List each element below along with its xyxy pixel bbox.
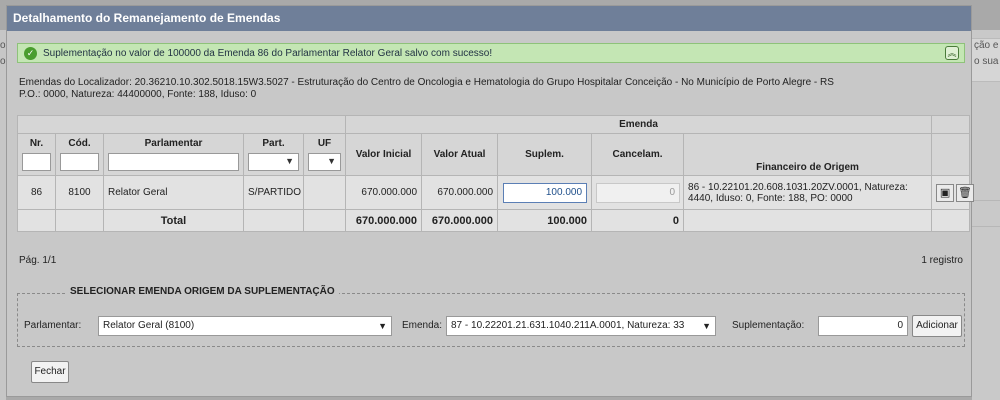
cod-filter-input[interactable] [60,153,99,171]
total-valor-inicial: 670.000.000 [345,209,423,232]
edit-icon[interactable]: ▣ [936,183,955,202]
records-count: 1 registro [921,255,963,266]
localizador-line: Emendas do Localizador: 20.36210.10.302.… [19,77,834,88]
group-header-actions [931,115,971,134]
col-parlamentar-label: Parlamentar [144,138,203,149]
col-actions [931,133,971,176]
total-empty [17,209,56,232]
total-empty [683,209,933,232]
total-row: Total 670.000.000 670.000.000 100.000 0 [17,209,971,232]
double-chevron-up-icon[interactable]: ︽ [945,46,959,60]
cell-cod: 8100 [55,175,104,210]
suplementacao-input[interactable]: 0 [818,316,908,336]
dialog-title: Detalhamento do Remanejamento de Emendas [7,6,971,31]
col-valor-inicial-label: Valor Inicial [355,149,412,160]
parlamentar-select[interactable]: Relator Geral (8100) ▼ [98,316,392,336]
col-valor-atual-label: Valor Atual [433,149,486,160]
total-empty [931,209,971,232]
cell-parlamentar: Relator Geral [103,175,244,210]
col-nr: Nr. [17,133,56,176]
total-empty [55,209,104,232]
chevron-down-icon: ▼ [327,156,337,166]
parlamentar-filter-input[interactable] [108,153,239,171]
background-divider [972,226,1000,227]
uf-filter-select[interactable]: ▼ [308,153,342,171]
cell-financeiro: 86 - 10.22101.20.608.1031.20ZV.0001, Nat… [683,175,933,210]
total-label: Total [103,209,244,232]
col-part: Part. ▼ [243,133,304,176]
emenda-select-value: 87 - 10.22201.21.631.1040.211A.0001, Nat… [451,320,685,331]
adicionar-button[interactable]: Adicionar [912,315,962,337]
suplementacao-label: Suplementação: [732,320,805,331]
parlamentar-select-value: Relator Geral (8100) [103,320,195,331]
cell-cancelam: 0 [591,175,685,210]
group-header-spacer [16,115,346,134]
cell-nr: 86 [17,175,56,210]
background-text: o [0,40,6,51]
col-uf-label: UF [317,138,332,149]
background-divider [972,200,1000,201]
background-text: o sua [974,56,999,67]
cell-valor-inicial: 670.000.000 [345,175,423,210]
trash-icon[interactable]: 🗑 [956,183,975,202]
background-right-strip: ção e o sua [972,30,1000,400]
cell-uf [302,175,347,210]
total-suplem: 100.000 [497,209,593,232]
col-suplem: Suplem. [497,133,593,176]
origem-selector-fieldset: SELECIONAR EMENDA ORIGEM DA SUPLEMENTAÇÃ… [17,286,965,347]
col-suplem-label: Suplem. [525,149,564,160]
col-cancelam-label: Cancelam. [612,149,663,160]
cell-valor-atual: 670.000.000 [421,175,499,210]
total-empty [302,209,347,232]
col-valor-atual: Valor Atual [421,133,499,176]
emendas-table: Emenda Nr. Cód. Parlamentar Part. ▼ UF ▼… [16,115,975,232]
localizador-details: P.O.: 0000, Natureza: 44400000, Fonte: 1… [19,89,257,100]
col-uf: UF ▼ [302,133,347,176]
nr-filter-input[interactable] [22,153,51,171]
col-financeiro: Financeiro de Origem [683,133,933,176]
background-text: o [0,56,6,67]
chevron-down-icon: ▼ [378,321,387,331]
col-cod: Cód. [55,133,104,176]
emenda-label: Emenda: [402,320,443,331]
check-circle-icon: ✓ [24,46,37,60]
total-valor-atual: 670.000.000 [421,209,499,232]
col-financeiro-label: Financeiro de Origem [756,162,859,173]
dialog-content: ✓ Suplementação no valor de 100000 da Em… [7,31,975,396]
parlamentar-label: Parlamentar: [24,320,82,331]
chevron-down-icon: ▼ [285,156,294,166]
suplem-input[interactable]: 100.000 [503,182,588,203]
total-empty [243,209,304,232]
col-parlamentar: Parlamentar [103,133,244,176]
col-valor-inicial: Valor Inicial [345,133,423,176]
total-cancelam: 0 [591,209,685,232]
part-filter-select[interactable]: ▼ [248,153,299,171]
emenda-select[interactable]: 87 - 10.22201.21.631.1040.211A.0001, Nat… [446,316,716,336]
localizador-info: Emendas do Localizador: 20.36210.10.302.… [19,77,834,101]
pagination-label: Pág. 1/1 [19,255,57,266]
remanejamento-dialog: Detalhamento do Remanejamento de Emendas… [6,5,975,397]
success-message-bar: ✓ Suplementação no valor de 100000 da Em… [17,43,965,63]
cell-part: S/PARTIDO [243,175,304,210]
group-header-emenda: Emenda [345,115,933,134]
fechar-button[interactable]: Fechar [31,361,69,383]
col-cancelam: Cancelam. [591,133,685,176]
cell-suplem: 100.000 [497,175,593,210]
fieldset-legend: SELECIONAR EMENDA ORIGEM DA SUPLEMENTAÇÃ… [66,286,339,297]
col-cod-label: Cód. [68,138,91,149]
success-message-text: Suplementação no valor de 100000 da Emen… [43,47,493,59]
cancelam-input[interactable]: 0 [596,182,681,203]
cell-actions: ▣ 🗑 [931,175,975,210]
chevron-down-icon: ▼ [702,321,711,331]
col-part-label: Part. [262,138,285,149]
col-nr-label: Nr. [29,138,44,149]
background-text: ção e [974,40,999,51]
table-row: 86 8100 Relator Geral S/PARTIDO 670.000.… [17,175,975,210]
selector-row: Parlamentar: Relator Geral (8100) ▼ Emen… [24,315,962,338]
